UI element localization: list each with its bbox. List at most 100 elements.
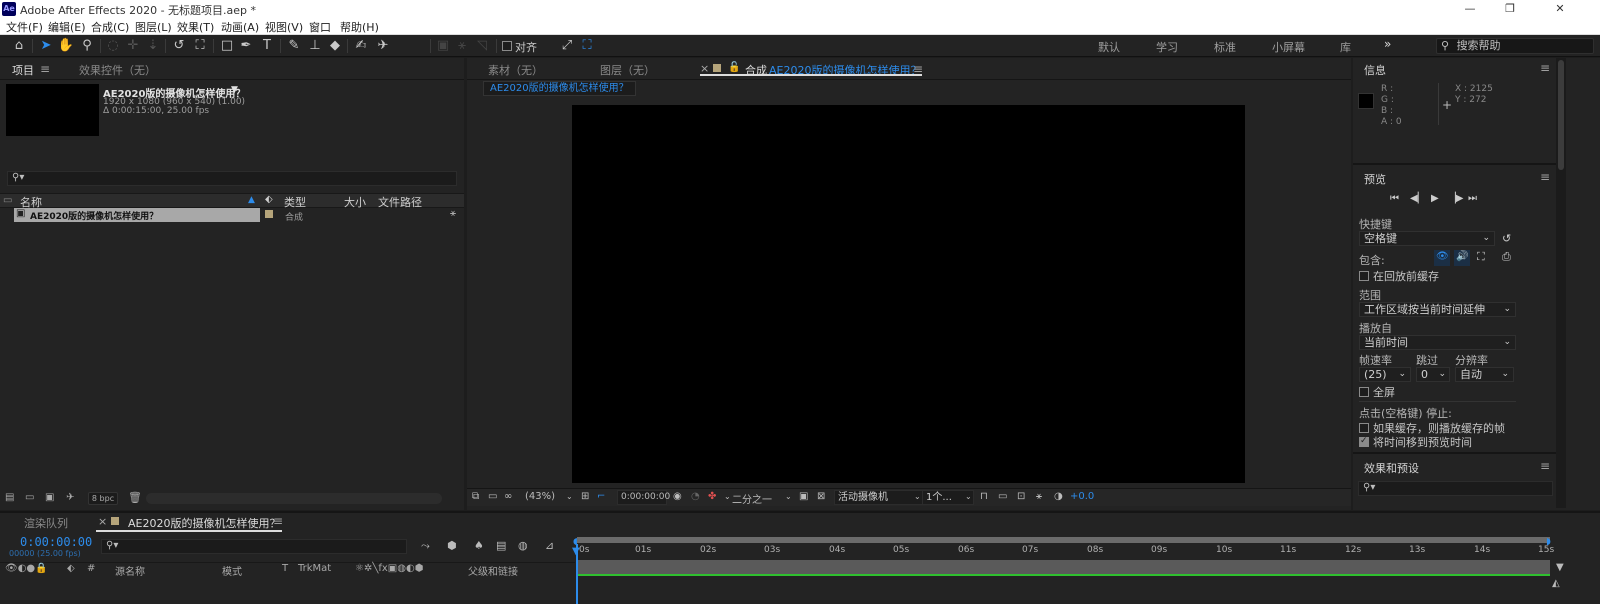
overlays-icon[interactable]: ⛶	[1477, 250, 1485, 264]
new-folder-icon[interactable]: ▭	[25, 492, 34, 503]
selection-tool-icon[interactable]: ➤	[37, 38, 55, 54]
chevron-down-icon[interactable]: ⌄	[785, 492, 792, 501]
draft-3d-icon[interactable]: ⬢	[447, 539, 457, 552]
pan-behind-tool-icon[interactable]: ⛶	[191, 38, 209, 54]
restore-button[interactable]: ❐	[1490, 0, 1530, 18]
current-time-display[interactable]: 0:00:00:00	[20, 535, 92, 549]
brush-tool-icon[interactable]: ✎	[285, 38, 303, 54]
menu-effect[interactable]: 效果(T)	[177, 19, 214, 35]
timeline-search-input[interactable]: ⚲▾	[101, 539, 407, 554]
camera-dropdown[interactable]: 活动摄像机	[834, 490, 924, 505]
snap-feature-icon[interactable]: ⛶	[578, 38, 596, 54]
tab-layer[interactable]: 图层（无）	[600, 62, 655, 78]
timeline-icon[interactable]: ⊡	[1017, 491, 1025, 502]
reset-icon[interactable]: ↺	[1502, 232, 1511, 245]
playhead-handle-icon[interactable]: ▼	[572, 546, 580, 557]
type-tool-icon[interactable]: T	[258, 38, 276, 54]
show-snapshot-icon[interactable]: ◔	[691, 491, 700, 502]
comp-dropdown-icon[interactable]: ▼	[231, 85, 238, 95]
shortcut-dropdown[interactable]: 空格键 ⌄	[1359, 231, 1495, 246]
composition-canvas[interactable]	[572, 105, 1245, 483]
panel-menu-icon[interactable]: ≡	[40, 62, 50, 76]
zoom-dropdown[interactable]: (43%)	[525, 491, 555, 502]
frame-blending-icon[interactable]: ▤	[496, 539, 506, 552]
effects-search-input[interactable]: ⚲▾	[1358, 481, 1553, 496]
viewer-timecode[interactable]: 0:00:00:00	[617, 490, 670, 505]
graph-editor-icon[interactable]: ⊿	[545, 539, 554, 552]
frame-rate-dropdown[interactable]: (25) ⌄	[1359, 367, 1411, 382]
motion-blur-icon[interactable]: ◍	[518, 539, 528, 552]
interpret-footage-icon[interactable]: ▤	[5, 492, 14, 503]
info-panel-menu-icon[interactable]: ≡	[1540, 61, 1550, 75]
tab-timeline-comp[interactable]: AE2020版的摄像机怎样使用？	[128, 515, 280, 531]
home-icon[interactable]: ⌂	[10, 38, 28, 54]
workspace-learn[interactable]: 学习	[1156, 39, 1178, 55]
label-column-icon[interactable]: ⬖	[67, 563, 75, 574]
transparency-grid-icon[interactable]: ⊠	[817, 491, 825, 502]
play-icon[interactable]: ▶	[1431, 193, 1439, 204]
resolution-dropdown[interactable]: 自动 ⌄	[1455, 367, 1514, 382]
right-scrollbar-thumb[interactable]	[1558, 60, 1564, 170]
t-column[interactable]: T	[282, 563, 288, 574]
tab-effect-controls[interactable]: 效果控件（无）	[79, 62, 156, 78]
column-file-path[interactable]: 文件路径	[378, 194, 422, 210]
tab-project[interactable]: 项目	[12, 62, 34, 78]
world-axis-icon[interactable]: ⚹	[453, 38, 471, 54]
range-dropdown[interactable]: 工作区域按当前时间延伸 ⌄	[1359, 302, 1516, 317]
next-frame-icon[interactable]: ▕▶	[1448, 193, 1463, 204]
tab-render-queue[interactable]: 渲染队列	[24, 515, 68, 531]
preview-panel-menu-icon[interactable]: ≡	[1540, 170, 1550, 184]
column-size[interactable]: 大小	[344, 194, 366, 210]
snapshot-icon[interactable]: ◉	[673, 491, 682, 502]
menu-layer[interactable]: 图层(L)	[135, 19, 172, 35]
previous-frame-icon[interactable]: ◀▏	[1410, 193, 1425, 204]
rectangle-tool-icon[interactable]: □	[218, 38, 236, 54]
exposure-value[interactable]: +0.0	[1070, 491, 1094, 502]
close-button[interactable]: ✕	[1540, 0, 1580, 18]
play-from-dropdown[interactable]: 当前时间 ⌄	[1359, 335, 1516, 350]
include-audio-toggle[interactable]: 🔊	[1454, 250, 1470, 266]
label-column-icon[interactable]: ⬖	[265, 194, 273, 205]
comp-breadcrumb[interactable]: AE2020版的摄像机怎样使用？	[483, 81, 636, 96]
fast-previews-icon[interactable]: ▭	[998, 491, 1007, 502]
menu-window[interactable]: 窗口	[309, 19, 331, 35]
timeline-nav-end-icon[interactable]: ▼	[1556, 562, 1564, 573]
monitor-icon[interactable]: ▭	[488, 491, 497, 502]
shy-layers-icon[interactable]: ♠	[474, 539, 484, 552]
mask-path-icon[interactable]: ⌐	[597, 491, 605, 502]
snap-checkbox[interactable]	[502, 41, 512, 51]
resolution-dropdown[interactable]: 二分之一	[732, 491, 772, 506]
orbit-camera-icon[interactable]: ◌	[104, 38, 122, 54]
flowchart-icon[interactable]: ⚹	[450, 208, 456, 219]
menu-file[interactable]: 文件(F)	[6, 19, 43, 35]
more-workspaces-button[interactable]: »	[1384, 37, 1391, 51]
snap-edge-icon[interactable]: ⤢	[558, 38, 576, 54]
workspace-default[interactable]: 默认	[1098, 39, 1120, 55]
adobe-media-encoder-icon[interactable]: ✈	[66, 492, 74, 503]
chevron-down-icon[interactable]: ⌄	[724, 492, 731, 501]
av-features-icon[interactable]: 👁◐●🔒	[5, 563, 48, 574]
fit-icon[interactable]: ⊞	[581, 491, 589, 502]
include-video-toggle[interactable]: 👁	[1434, 250, 1450, 266]
workspace-standard[interactable]: 标准	[1214, 39, 1236, 55]
fullscreen-checkbox[interactable]	[1359, 387, 1369, 397]
skip-dropdown[interactable]: 0 ⌄	[1416, 367, 1450, 382]
trkmat-column[interactable]: TrkMat	[298, 563, 331, 574]
menu-view[interactable]: 视图(V)	[265, 19, 303, 35]
switches-icons[interactable]: ⚛✲╲fx▣◍◐⬢	[355, 563, 423, 574]
chevron-down-icon[interactable]: ⌄	[965, 492, 972, 501]
layer-number-column[interactable]: #	[87, 563, 95, 574]
puppet-pin-icon[interactable]: ✈	[374, 38, 392, 54]
toggle-pixel-aspect-icon[interactable]: ⊓	[980, 491, 988, 502]
source-name-column[interactable]: 源名称	[115, 563, 145, 578]
workspace-libraries[interactable]: 库	[1340, 39, 1351, 55]
dolly-camera-icon[interactable]: ⇣	[144, 38, 162, 54]
trash-icon[interactable]: 🗑	[128, 491, 142, 504]
pen-tool-icon[interactable]: ✒	[237, 38, 255, 54]
last-frame-icon[interactable]: ⏭	[1468, 193, 1477, 204]
layer-duration-bar[interactable]	[577, 560, 1550, 574]
effects-panel-menu-icon[interactable]: ≡	[1540, 459, 1550, 473]
roto-brush-icon[interactable]: ✍	[352, 38, 370, 54]
zoom-slider-icon[interactable]: ◭	[1552, 578, 1560, 589]
cache-before-playback-checkbox[interactable]	[1359, 271, 1369, 281]
